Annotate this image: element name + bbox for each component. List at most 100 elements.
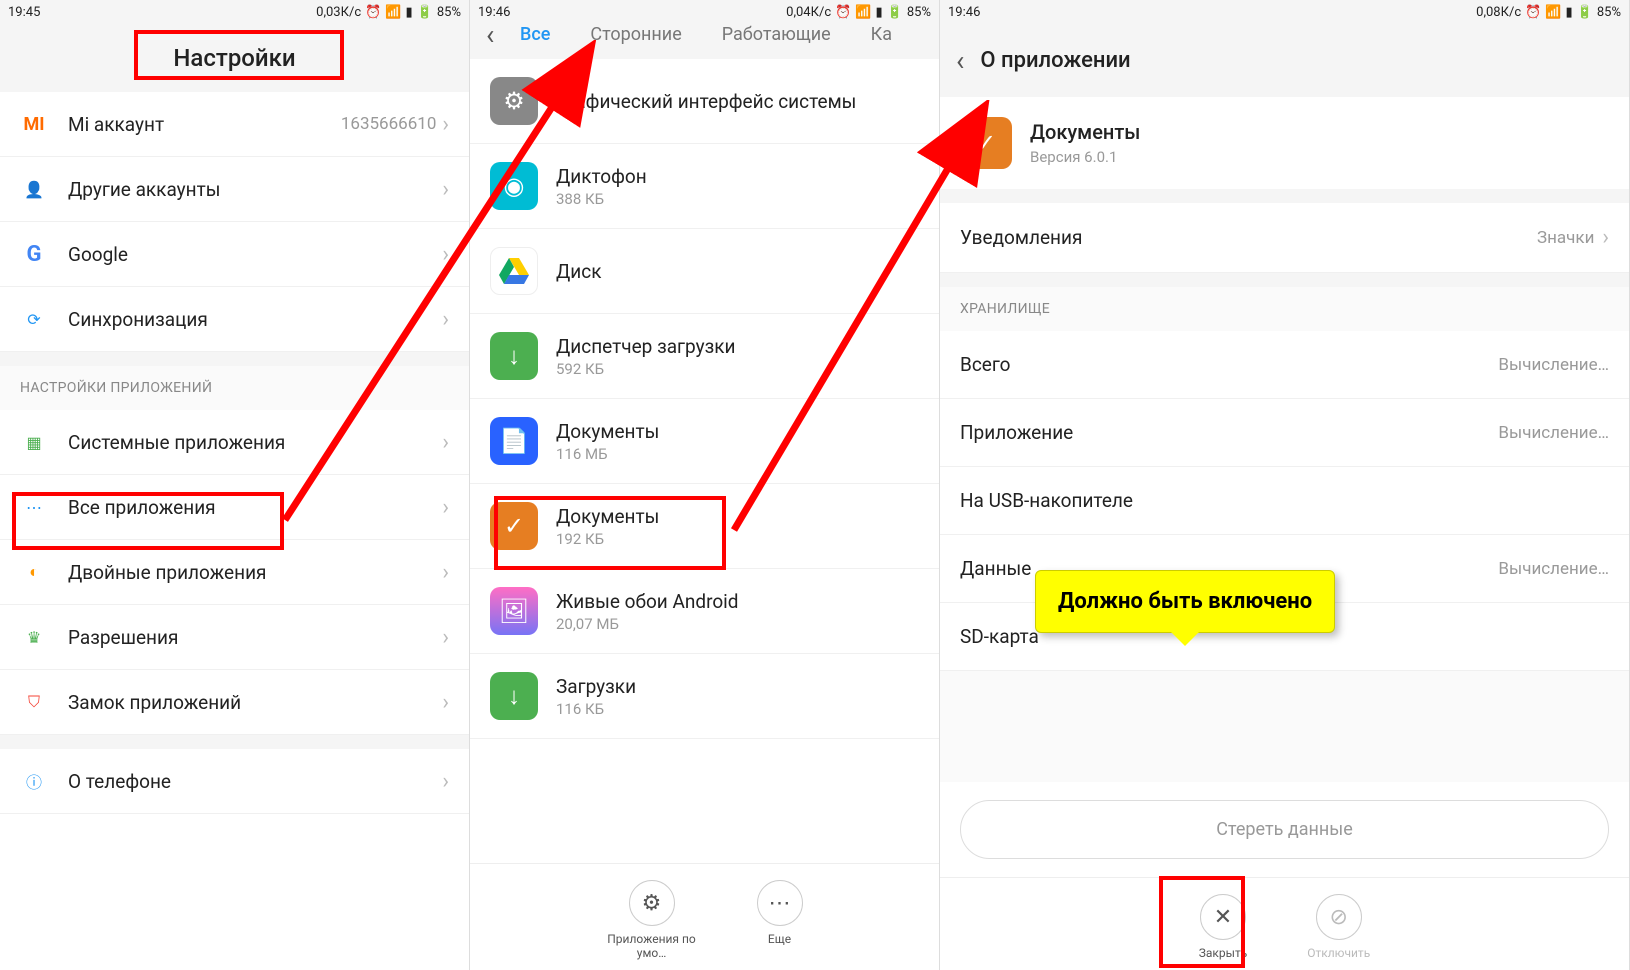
chevron-right-icon: › bbox=[442, 495, 449, 520]
row-label: Другие аккаунты bbox=[68, 178, 442, 201]
status-right: 0,08К/с ⏰ 📶 ▮ 🔋 85% bbox=[1476, 5, 1621, 20]
back-button[interactable]: ‹ bbox=[486, 18, 494, 51]
app-row-download-mgr[interactable]: ↓ Диспетчер загрузки592 КБ bbox=[470, 314, 939, 399]
row-value: 1635666610 bbox=[341, 114, 437, 134]
chevron-right-icon: › bbox=[442, 560, 449, 585]
section-storage: ХРАНИЛИЩЕ bbox=[940, 287, 1629, 331]
app-name: Документы bbox=[556, 505, 919, 528]
app-name: Диктофон bbox=[556, 165, 919, 188]
battery-pct: 85% bbox=[1597, 5, 1621, 20]
row-all-apps[interactable]: ⋯ Все приложения › bbox=[0, 475, 469, 540]
chevron-right-icon: › bbox=[442, 112, 449, 137]
tab-cached[interactable]: Ка bbox=[871, 24, 892, 45]
divider bbox=[0, 735, 469, 749]
wifi-icon: 📶 bbox=[385, 5, 401, 20]
row-other-accounts[interactable]: 👤 Другие аккаунты › bbox=[0, 157, 469, 222]
status-speed: 0,08К/с bbox=[1476, 5, 1521, 20]
chevron-right-icon: › bbox=[1602, 225, 1609, 250]
screen-app-info: 19:46 0,08К/с ⏰ 📶 ▮ 🔋 85% ‹ О приложении… bbox=[940, 0, 1630, 970]
value: Значки bbox=[1537, 228, 1594, 248]
downloads-icon: ↓ bbox=[490, 672, 538, 720]
signal-icon: ▮ bbox=[406, 5, 413, 20]
tab-thirdparty[interactable]: Сторонние bbox=[590, 24, 681, 45]
app-row-docs-orange[interactable]: ✓ Документы192 КБ bbox=[470, 484, 939, 569]
row-dual-apps[interactable]: ◐ Двойные приложения › bbox=[0, 540, 469, 605]
label: SD-карта bbox=[960, 625, 1039, 648]
google-icon: G bbox=[20, 240, 48, 268]
divider bbox=[940, 189, 1629, 203]
app-row-downloads[interactable]: ↓ Загрузки116 КБ bbox=[470, 654, 939, 739]
bottom-bar: ✕ Закрыть ⊘ Отключить bbox=[940, 877, 1629, 970]
screen-settings: 19:45 0,03К/с ⏰ 📶 ▮ 🔋 85% Настройки MI M… bbox=[0, 0, 470, 970]
app-row-recorder[interactable]: ◉ Диктофон388 КБ bbox=[470, 144, 939, 229]
row-permissions[interactable]: ♛ Разрешения › bbox=[0, 605, 469, 670]
close-icon: ✕ bbox=[1200, 894, 1246, 940]
battery-icon: 🔋 bbox=[1577, 5, 1593, 20]
row-label: О телефоне bbox=[68, 770, 442, 793]
app-size: 192 КБ bbox=[556, 530, 919, 548]
row-app-size[interactable]: Приложение Вычисление… bbox=[940, 399, 1629, 467]
label: Данные bbox=[960, 557, 1031, 580]
row-label: Системные приложения bbox=[68, 431, 442, 454]
docs-icon: 📄 bbox=[490, 417, 538, 465]
row-label: Замок приложений bbox=[68, 691, 442, 714]
drive-icon bbox=[490, 247, 538, 295]
sync-icon: ⟳ bbox=[20, 305, 48, 333]
app-row-docs-blue[interactable]: 📄 Документы116 МБ bbox=[470, 399, 939, 484]
app-name: Диск bbox=[556, 260, 919, 283]
app-row-drive[interactable]: Диск bbox=[470, 229, 939, 314]
tooltip-annotation: Должно быть включено bbox=[1035, 570, 1335, 633]
erase-data-button[interactable]: Стереть данные bbox=[960, 800, 1609, 859]
recorder-icon: ◉ bbox=[490, 162, 538, 210]
row-about-phone[interactable]: ⓘ О телефоне › bbox=[0, 749, 469, 814]
app-name: Диспетчер загрузки bbox=[556, 335, 919, 358]
more-button[interactable]: ⋯ Еще bbox=[757, 880, 803, 960]
row-mi-account[interactable]: MI Mi аккаунт 1635666610 › bbox=[0, 92, 469, 157]
chevron-right-icon: › bbox=[442, 625, 449, 650]
app-row-systemui[interactable]: ⚙ Графический интерфейс системы bbox=[470, 59, 939, 144]
download-icon: ↓ bbox=[490, 332, 538, 380]
row-total[interactable]: Всего Вычисление… bbox=[940, 331, 1629, 399]
signal-icon: ▮ bbox=[876, 5, 883, 20]
app-size: 20,07 МБ bbox=[556, 615, 919, 633]
app-header: ✓ Документы Версия 6.0.1 bbox=[940, 97, 1629, 189]
person-icon: 👤 bbox=[20, 175, 48, 203]
row-label: Разрешения bbox=[68, 626, 442, 649]
docs-orange-icon: ✓ bbox=[960, 117, 1012, 169]
app-name: Документы bbox=[556, 420, 919, 443]
page-title: Настройки bbox=[0, 44, 469, 72]
bottom-bar: ⚙ Приложения по умо… ⋯ Еще bbox=[470, 863, 939, 970]
alarm-icon: ⏰ bbox=[365, 5, 381, 20]
default-apps-button[interactable]: ⚙ Приложения по умо… bbox=[607, 880, 697, 960]
chevron-right-icon: › bbox=[442, 690, 449, 715]
mi-icon: MI bbox=[20, 110, 48, 138]
disable-button[interactable]: ⊘ Отключить bbox=[1307, 894, 1370, 960]
chevron-right-icon: › bbox=[442, 242, 449, 267]
status-right: 0,04К/с ⏰ 📶 ▮ 🔋 85% bbox=[786, 5, 931, 20]
value: Вычисление… bbox=[1498, 355, 1609, 375]
back-button[interactable]: ‹ bbox=[956, 44, 964, 77]
tab-running[interactable]: Работающие bbox=[722, 24, 831, 45]
row-google[interactable]: G Google › bbox=[0, 222, 469, 287]
wifi-icon: 📶 bbox=[1545, 5, 1561, 20]
tab-all[interactable]: Все bbox=[520, 24, 550, 45]
close-button[interactable]: ✕ Закрыть bbox=[1199, 894, 1247, 960]
battery-pct: 85% bbox=[907, 5, 931, 20]
row-sync[interactable]: ⟳ Синхронизация › bbox=[0, 287, 469, 352]
tabs: ‹ Все Сторонние Работающие Ка bbox=[470, 24, 939, 59]
alarm-icon: ⏰ bbox=[835, 5, 851, 20]
app-name: Графический интерфейс системы bbox=[556, 90, 919, 113]
chevron-right-icon: › bbox=[442, 430, 449, 455]
section-header: НАСТРОЙКИ ПРИЛОЖЕНИЙ bbox=[0, 366, 469, 410]
disable-icon: ⊘ bbox=[1316, 894, 1362, 940]
row-notifications[interactable]: Уведомления Значки › bbox=[940, 203, 1629, 273]
app-version: Версия 6.0.1 bbox=[1030, 148, 1609, 166]
row-usb[interactable]: На USB-накопителе bbox=[940, 467, 1629, 535]
value: Вычисление… bbox=[1498, 559, 1609, 579]
row-app-lock[interactable]: ⛉ Замок приложений › bbox=[0, 670, 469, 735]
row-system-apps[interactable]: ▦ Системные приложения › bbox=[0, 410, 469, 475]
app-size: 116 КБ bbox=[556, 700, 919, 718]
gear-icon: ⚙ bbox=[629, 880, 675, 926]
row-label: Google bbox=[68, 243, 442, 266]
app-row-livewallpaper[interactable]: 🖼 Живые обои Android20,07 МБ bbox=[470, 569, 939, 654]
